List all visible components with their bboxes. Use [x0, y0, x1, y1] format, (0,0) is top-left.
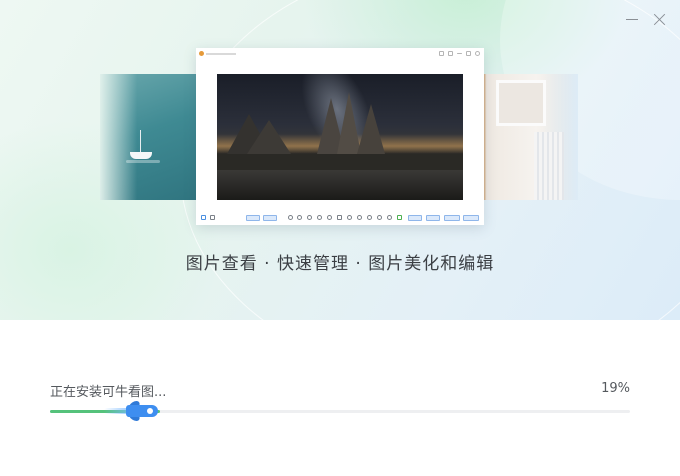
preview-minimize-icon — [457, 53, 462, 54]
preview-thumbs-icon — [210, 215, 215, 220]
preview-folder-icon — [201, 215, 206, 220]
ground — [217, 154, 463, 170]
mountain — [247, 120, 291, 154]
close-icon[interactable] — [650, 10, 670, 30]
preview-titlebar — [196, 48, 484, 60]
install-progress-bar — [50, 401, 630, 421]
preview-tool-icon — [347, 215, 352, 220]
mountain — [357, 104, 385, 154]
preview-tool-button — [263, 215, 277, 221]
minimize-icon[interactable] — [622, 10, 642, 30]
boat-mast — [140, 130, 141, 154]
feature-tagline: 图片查看 · 快速管理 · 图片美化和编辑 — [185, 254, 495, 274]
hero-banner: 图片查看 · 快速管理 · 图片美化和编辑 — [0, 0, 680, 320]
preview-photo-mountains — [217, 74, 463, 200]
wall-shelf — [496, 80, 546, 126]
towel — [534, 132, 564, 200]
preview-tool-icon — [297, 215, 302, 220]
preview-tool-icon — [367, 215, 372, 220]
preview-tool-icon — [357, 215, 362, 220]
preview-tool-icon — [327, 215, 332, 220]
preview-toolbar — [196, 213, 484, 223]
preview-tool-icon — [377, 215, 382, 220]
boat-wake — [126, 160, 160, 163]
preview-tool-button — [463, 215, 479, 221]
preview-ctl-icon — [448, 51, 453, 56]
preview-tool-icon — [288, 215, 293, 220]
app-preview-window — [196, 48, 484, 225]
preview-title-placeholder — [206, 53, 236, 55]
app-logo-icon — [199, 51, 204, 56]
install-status-text: 正在安装可牛看图... — [50, 385, 167, 400]
preview-tool-button — [246, 215, 260, 221]
preview-maximize-icon — [466, 51, 471, 56]
rocket-body — [126, 405, 158, 417]
preview-tool-icon — [397, 215, 402, 220]
preview-tool-button — [426, 215, 440, 221]
sample-photo-sea — [100, 74, 206, 200]
preview-tool-icon — [387, 215, 392, 220]
lake-reflection — [217, 170, 463, 200]
preview-ctl-icon — [439, 51, 444, 56]
preview-tool-icon — [317, 215, 322, 220]
preview-tool-button — [408, 215, 422, 221]
preview-tool-icon — [307, 215, 312, 220]
boat-hull — [130, 152, 152, 159]
install-progress-percent: 19% — [601, 381, 630, 396]
sample-photo-room — [474, 74, 578, 200]
rocket-window — [147, 408, 153, 414]
preview-close-icon — [475, 51, 480, 56]
preview-tool-button — [444, 215, 460, 221]
rocket-icon — [104, 401, 160, 421]
preview-tool-icon — [337, 215, 342, 220]
